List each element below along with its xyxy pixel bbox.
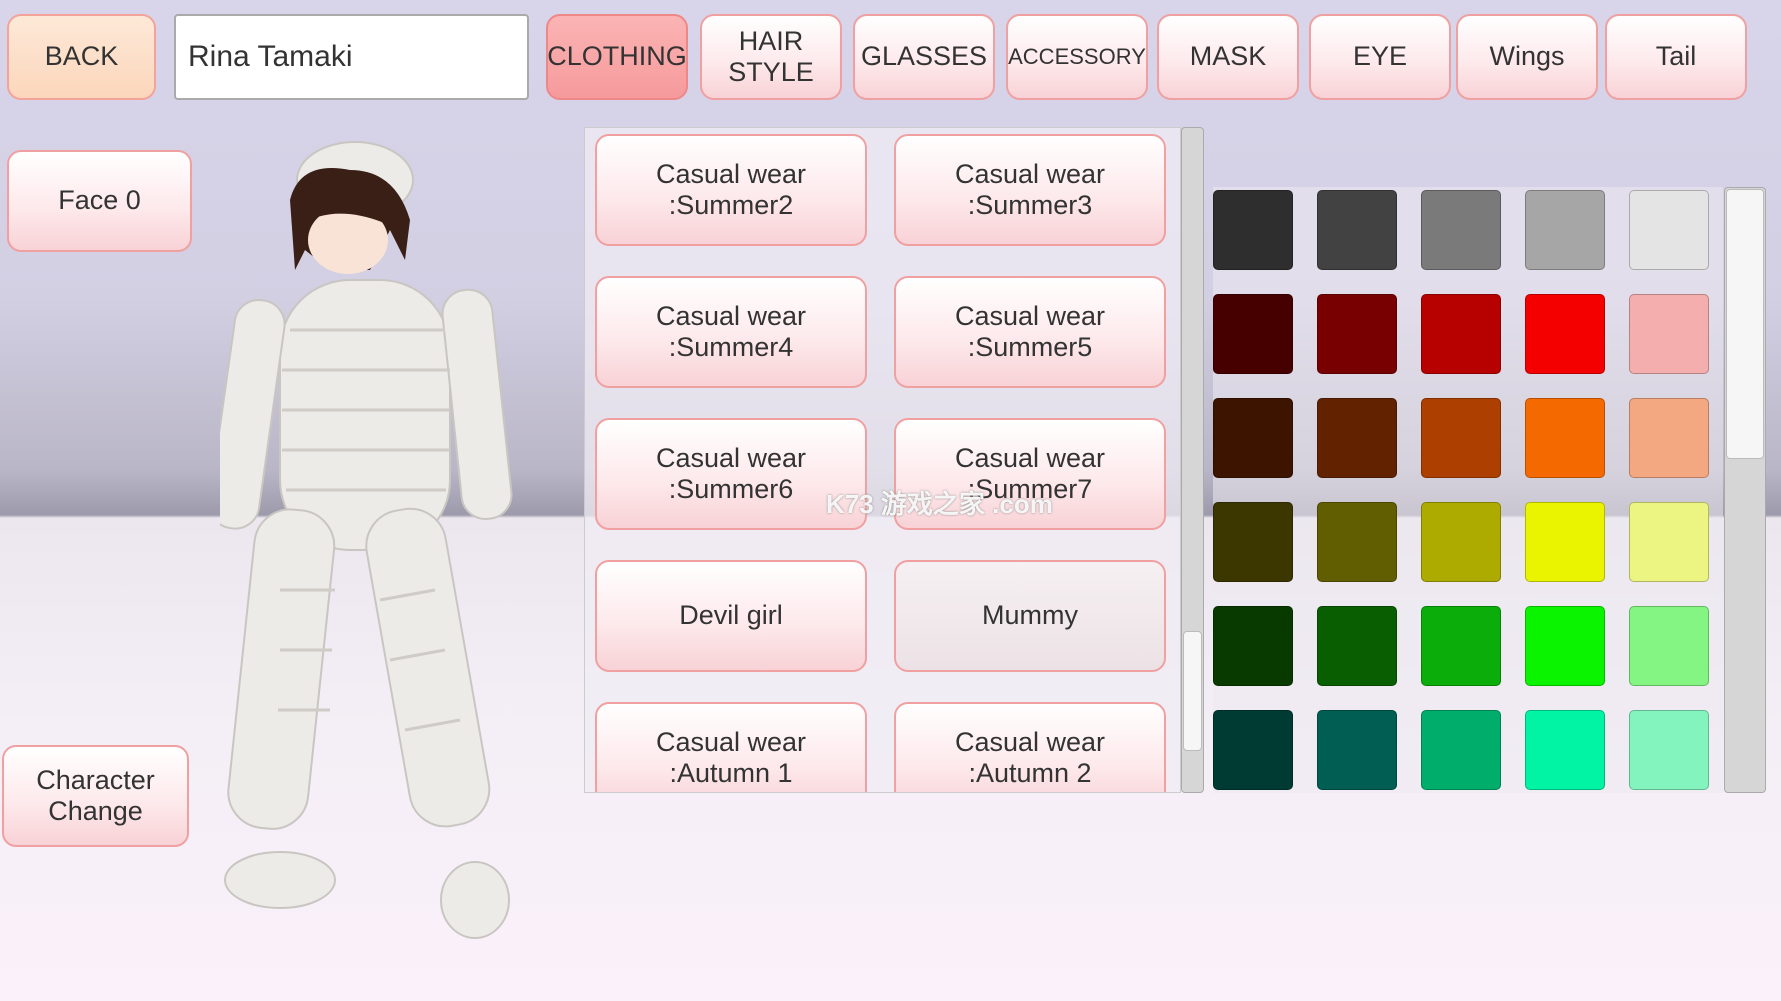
color-swatch[interactable]	[1317, 294, 1397, 374]
color-swatch[interactable]	[1213, 606, 1293, 686]
clothing-item[interactable]: Casual wear :Summer5	[894, 276, 1166, 388]
color-swatch[interactable]	[1421, 502, 1501, 582]
clothing-item[interactable]: Casual wear :Autumn 2	[894, 702, 1166, 792]
clothing-item[interactable]: Casual wear :Summer3	[894, 134, 1166, 246]
color-swatch[interactable]	[1525, 710, 1605, 790]
color-swatch[interactable]	[1317, 710, 1397, 790]
tab-tail[interactable]: Tail	[1605, 14, 1747, 100]
tab-accessory[interactable]: ACCESSORY	[1006, 14, 1148, 100]
clothing-scrollbar-thumb[interactable]	[1183, 631, 1202, 751]
tab-eye[interactable]: EYE	[1309, 14, 1451, 100]
color-swatch[interactable]	[1525, 398, 1605, 478]
color-swatch[interactable]	[1525, 294, 1605, 374]
palette-scrollbar[interactable]	[1724, 187, 1766, 793]
back-button[interactable]: BACK	[7, 14, 156, 100]
color-swatch[interactable]	[1213, 294, 1293, 374]
tab-clothing[interactable]: CLOTHING	[546, 14, 688, 100]
color-swatch[interactable]	[1421, 294, 1501, 374]
tab-hair-style[interactable]: HAIR STYLE	[700, 14, 842, 100]
clothing-item[interactable]: Casual wear :Autumn 1	[595, 702, 867, 792]
mummy-character-figure	[208, 141, 513, 939]
palette-scrollbar-thumb[interactable]	[1726, 189, 1764, 459]
character-name-input[interactable]: Rina Tamaki	[174, 14, 529, 100]
color-swatch[interactable]	[1629, 398, 1709, 478]
color-swatch[interactable]	[1317, 398, 1397, 478]
color-swatch[interactable]	[1421, 606, 1501, 686]
tab-mask[interactable]: MASK	[1157, 14, 1299, 100]
color-swatch[interactable]	[1213, 710, 1293, 790]
clothing-item[interactable]: Casual wear :Summer4	[595, 276, 867, 388]
clothing-scrollbar[interactable]	[1181, 127, 1204, 793]
color-swatch[interactable]	[1629, 294, 1709, 374]
color-swatch[interactable]	[1525, 606, 1605, 686]
color-swatch[interactable]	[1317, 190, 1397, 270]
character-preview[interactable]	[208, 130, 540, 950]
clothing-item[interactable]: Casual wear :Summer2	[595, 134, 867, 246]
tab-glasses[interactable]: GLASSES	[853, 14, 995, 100]
color-swatch[interactable]	[1629, 502, 1709, 582]
color-swatch[interactable]	[1421, 190, 1501, 270]
clothing-item[interactable]: Devil girl	[595, 560, 867, 672]
character-change-button[interactable]: Character Change	[2, 745, 189, 847]
color-swatch[interactable]	[1421, 398, 1501, 478]
color-swatch[interactable]	[1525, 190, 1605, 270]
color-swatch[interactable]	[1629, 710, 1709, 790]
color-swatch[interactable]	[1421, 710, 1501, 790]
color-swatch[interactable]	[1629, 190, 1709, 270]
color-swatch[interactable]	[1629, 606, 1709, 686]
watermark: K73 游戏之家 .com	[826, 489, 1053, 519]
color-palette	[1213, 187, 1723, 793]
face-button[interactable]: Face 0	[7, 150, 192, 252]
color-swatch[interactable]	[1525, 502, 1605, 582]
color-swatch[interactable]	[1317, 606, 1397, 686]
color-swatch[interactable]	[1213, 398, 1293, 478]
color-swatch[interactable]	[1213, 502, 1293, 582]
color-swatch[interactable]	[1213, 190, 1293, 270]
clothing-list: Casual wear :Summer2 Casual wear :Summer…	[584, 127, 1181, 793]
color-swatch[interactable]	[1317, 502, 1397, 582]
clothing-item-selected[interactable]: Mummy	[894, 560, 1166, 672]
tab-wings[interactable]: Wings	[1456, 14, 1598, 100]
